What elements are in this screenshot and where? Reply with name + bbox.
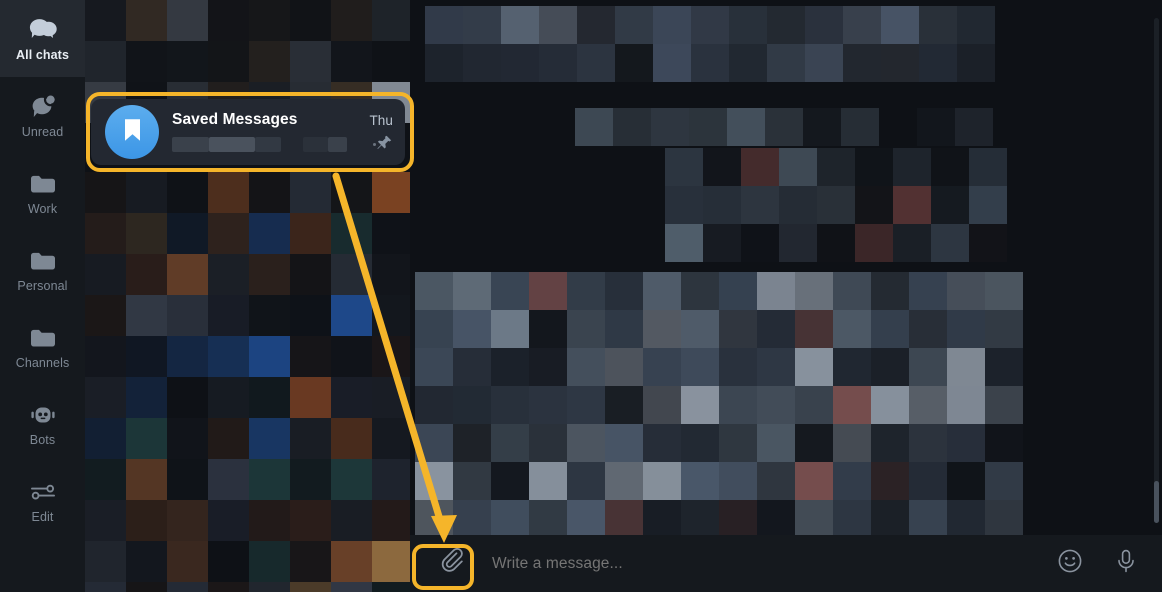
message-pane: [410, 0, 1162, 592]
message-list[interactable]: [410, 0, 1162, 535]
sidebar-item-personal[interactable]: Personal: [0, 231, 85, 308]
chat-list[interactable]: Saved Messages Thu: [85, 0, 410, 592]
redacted-message-bubble: [575, 108, 993, 146]
sidebar-item-all-chats[interactable]: All chats: [0, 0, 85, 77]
sidebar-item-label: Unread: [21, 125, 64, 139]
sidebar-item-label: All chats: [16, 48, 69, 62]
redacted-chat-rows-top: [85, 0, 410, 123]
attach-file-button[interactable]: [432, 544, 476, 584]
chat-title: Saved Messages: [172, 111, 298, 128]
chat-timestamp: Thu: [369, 112, 393, 128]
sidebar-item-work[interactable]: Work: [0, 154, 85, 231]
sidebar-item-label: Bots: [29, 433, 56, 447]
telegram-window: All chats Unread Work Personal Channels …: [0, 0, 1162, 592]
sidebar-item-label: Channels: [15, 356, 70, 370]
sidebar-item-unread[interactable]: Unread: [0, 77, 85, 154]
saved-messages-chat-row[interactable]: Saved Messages Thu: [85, 92, 410, 172]
redacted-message-bubble: [665, 148, 1007, 262]
sidebar-item-label: Personal: [17, 279, 68, 293]
chats-icon: [26, 15, 60, 45]
emoji-button[interactable]: [1048, 542, 1092, 586]
redacted-message-bubble: [415, 272, 1023, 535]
sidebar-item-edit[interactable]: Edit: [0, 462, 85, 539]
sidebar-item-label: Edit: [31, 510, 54, 524]
voice-record-button[interactable]: [1104, 542, 1148, 586]
sidebar-item-label: Work: [27, 202, 58, 216]
message-pane-scrollbar[interactable]: [1154, 18, 1159, 523]
microphone-icon: [1113, 548, 1139, 579]
avatar: [105, 105, 159, 159]
sidebar-item-channels[interactable]: Channels: [0, 308, 85, 385]
folder-icon: [26, 169, 60, 199]
sidebar-item-bots[interactable]: Bots: [0, 385, 85, 462]
folders-sidebar: All chats Unread Work Personal Channels …: [0, 0, 85, 592]
smiley-icon: [1057, 548, 1083, 579]
redacted-message-bubble: [425, 6, 995, 82]
unread-chat-icon: [26, 92, 60, 122]
message-input[interactable]: [490, 553, 1048, 574]
robot-icon: [26, 400, 60, 430]
folder-icon: [26, 323, 60, 353]
pin-icon: [376, 134, 393, 156]
bookmark-icon: [121, 116, 144, 149]
folder-icon: [26, 246, 60, 276]
chat-preview-redacted: [172, 134, 393, 156]
redacted-chat-rows-bottom: [85, 172, 410, 592]
sliders-icon: [26, 477, 60, 507]
paperclip-icon: [441, 547, 467, 579]
message-composer: [410, 535, 1162, 592]
